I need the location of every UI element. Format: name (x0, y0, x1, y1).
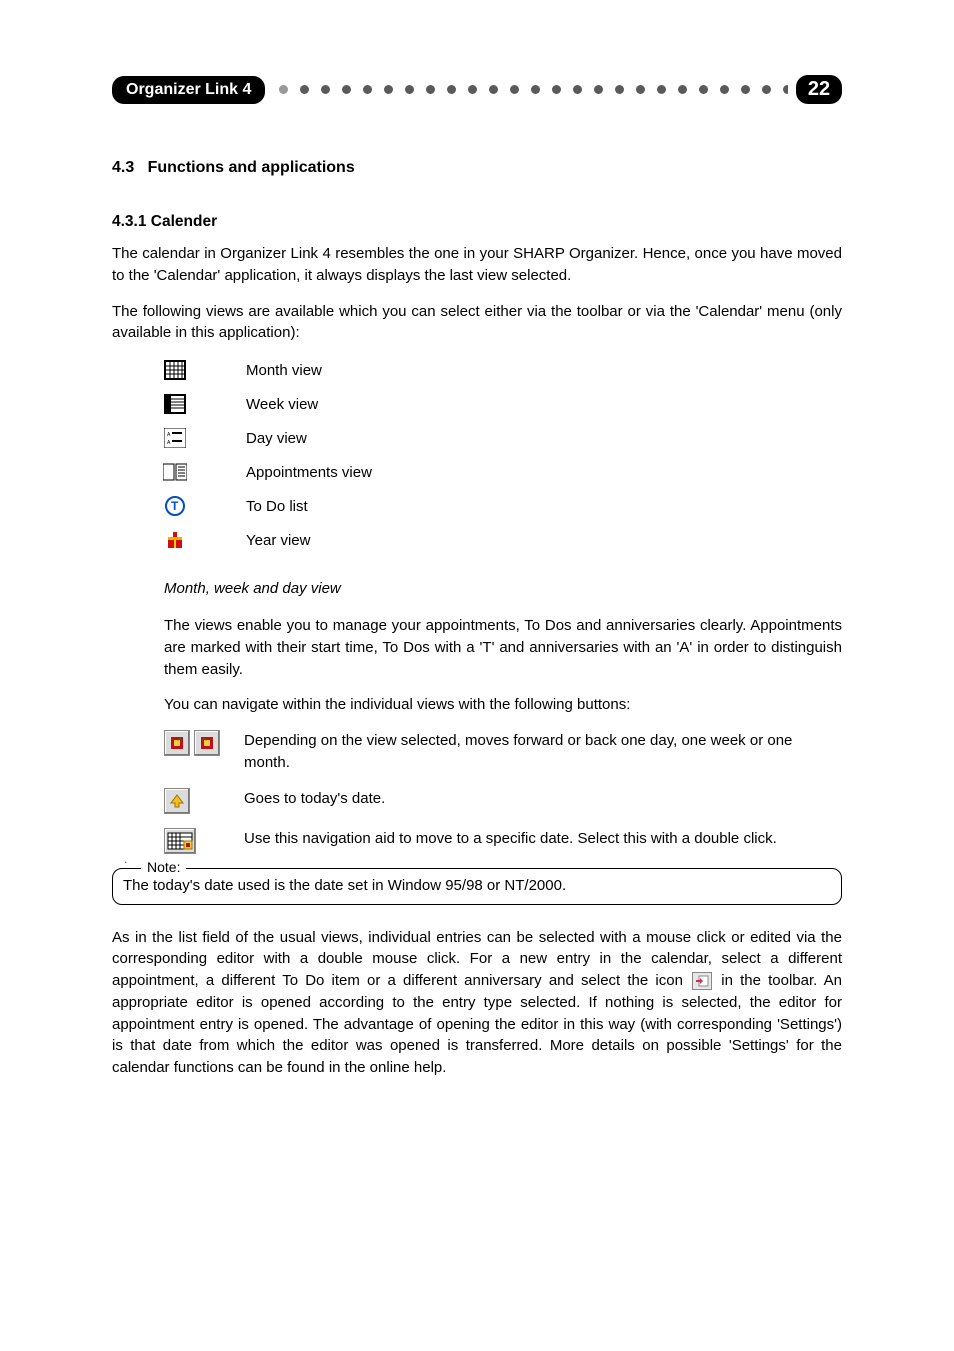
note-text: The today's date used is the date set in… (123, 877, 831, 894)
svg-text:A: A (167, 432, 171, 438)
view-label: Month view (246, 362, 322, 379)
nav-buttons-list: Depending on the view selected, moves fo… (164, 730, 842, 854)
mwd-paragraph-2: You can navigate within the individual v… (164, 694, 842, 716)
mwd-heading: Month, week and day view (164, 580, 842, 597)
nav-row-prevnext: Depending on the view selected, moves fo… (164, 730, 842, 774)
view-label: Day view (246, 430, 307, 447)
view-label: Week view (246, 396, 318, 413)
nav-row-goto: Use this navigation aid to move to a spe… (164, 828, 842, 854)
closing-paragraph: As in the list field of the usual views,… (112, 927, 842, 1079)
views-list: Month view Week view AA Day view Appoint… (162, 358, 842, 552)
view-row-month: Month view (162, 358, 842, 382)
view-row-week: Week view (162, 392, 842, 416)
view-label: Appointments view (246, 464, 372, 481)
new-entry-icon[interactable] (692, 972, 712, 990)
view-row-appointments: Appointments view (162, 460, 842, 484)
intro-paragraph-2: The following views are available which … (112, 301, 842, 345)
today-icon[interactable] (164, 788, 190, 814)
week-view-icon[interactable] (162, 392, 188, 416)
svg-text:A: A (167, 440, 171, 446)
nav-row-today: Goes to today's date. (164, 788, 842, 814)
note-label: Note: (141, 859, 186, 875)
goto-date-icon[interactable] (164, 828, 196, 854)
header-dots (273, 85, 788, 94)
intro-paragraph-1: The calendar in Organizer Link 4 resembl… (112, 243, 842, 287)
view-row-year: Year view (162, 528, 842, 552)
page-header: Organizer Link 4 22 (112, 75, 842, 104)
header-title-pill: Organizer Link 4 (112, 76, 265, 104)
section-title: Functions and applications (148, 159, 355, 176)
section-heading: 4.3 Functions and applications (112, 159, 842, 177)
note-box: Note: The today's date used is the date … (112, 868, 842, 905)
page-number: 22 (796, 75, 842, 104)
mwd-paragraph-1: The views enable you to manage your appo… (164, 615, 842, 680)
view-row-todo: T To Do list (162, 494, 842, 518)
nav-desc: Depending on the view selected, moves fo… (244, 730, 842, 774)
page: Organizer Link 4 22 4.3 Functions and ap… (0, 0, 954, 1351)
appointments-view-icon[interactable] (162, 460, 188, 484)
year-view-icon[interactable] (162, 528, 188, 552)
nav-desc: Use this navigation aid to move to a spe… (244, 828, 842, 850)
nav-desc: Goes to today's date. (244, 788, 842, 810)
subsection-number: 4.3.1 (112, 213, 146, 230)
view-label: Year view (246, 532, 310, 549)
subsection-heading: 4.3.1 Calender (112, 213, 842, 231)
svg-text:T: T (171, 499, 179, 513)
next-icon[interactable] (194, 730, 220, 756)
view-row-day: AA Day view (162, 426, 842, 450)
month-view-icon[interactable] (162, 358, 188, 382)
day-view-icon[interactable]: AA (162, 426, 188, 450)
section-number: 4.3 (112, 159, 134, 176)
subsection-title: Calender (151, 213, 217, 230)
todo-list-icon[interactable]: T (162, 494, 188, 518)
prev-icon[interactable] (164, 730, 190, 756)
view-label: To Do list (246, 498, 308, 515)
